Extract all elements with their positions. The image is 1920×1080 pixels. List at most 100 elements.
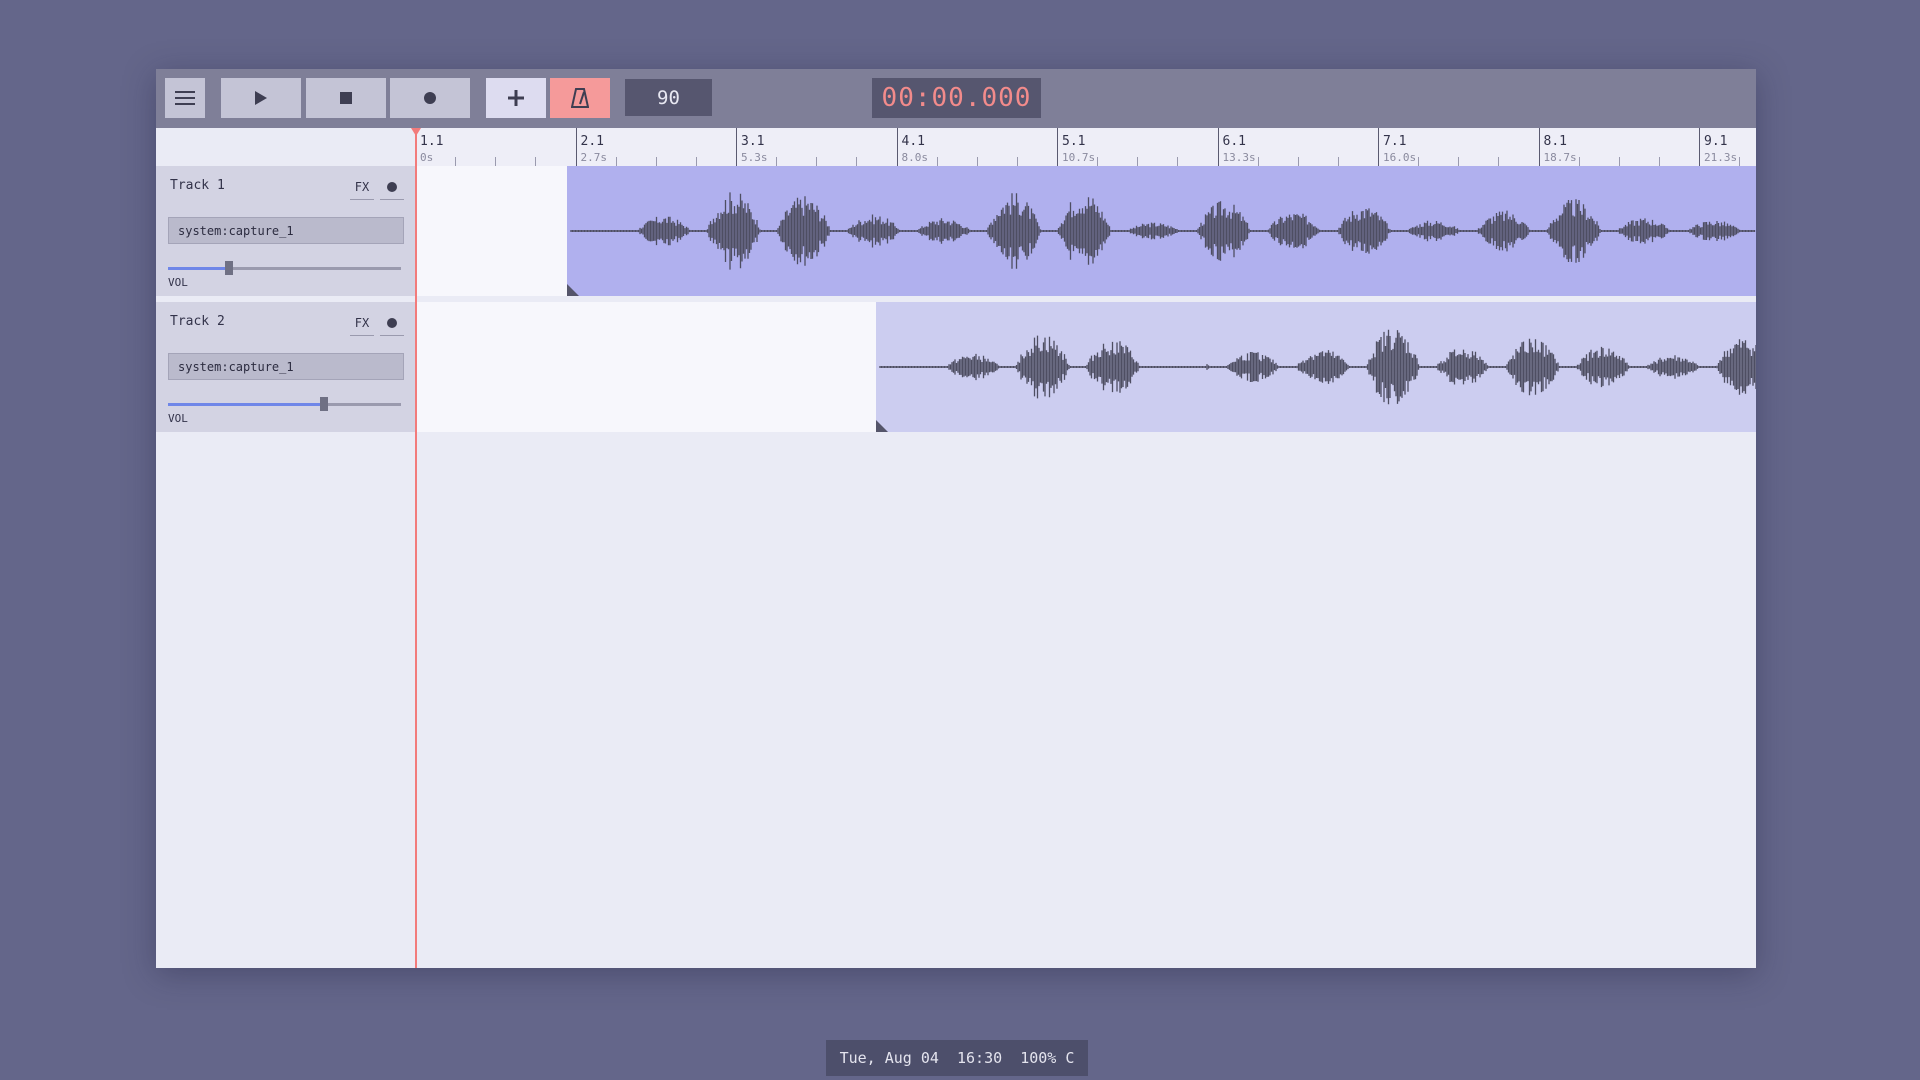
track-lane[interactable] — [415, 302, 1756, 432]
metronome-icon — [571, 88, 589, 108]
volume-thumb[interactable] — [320, 397, 329, 411]
volume-fill — [168, 267, 229, 270]
plus-icon — [508, 90, 524, 106]
toolbar: 90 00:00.000 — [156, 69, 1756, 128]
ruler-beat-tick — [1137, 157, 1139, 166]
ruler-bar-label: 2.1 — [580, 134, 604, 149]
ruler-beat-tick — [495, 157, 497, 166]
play-icon — [255, 91, 267, 105]
ruler-beat-tick — [655, 157, 657, 166]
timeline-ruler[interactable]: 1.1 0s 2.1 2.7s 3.1 5.3s 4.1 8.0s 5.1 10.7s 6.1 13.… — [415, 128, 1756, 166]
arm-record-button[interactable] — [380, 175, 404, 200]
track-header: Track 1 FX system:capture_1 VOL — [156, 166, 415, 296]
ruler-time-label: 18.7s — [1543, 151, 1577, 164]
ruler-beat-tick — [535, 157, 537, 166]
hamburger-menu-icon — [175, 91, 195, 105]
ruler-beat-tick — [776, 157, 778, 166]
ruler-beat-tick — [1498, 157, 1500, 166]
ruler-bar-line — [1057, 128, 1058, 166]
ruler-spacer — [156, 128, 415, 166]
volume-fill — [168, 403, 325, 406]
system-status-bar: Tue, Aug 04 16:30 100% C — [826, 1040, 1088, 1076]
ruler-beat-tick — [936, 157, 938, 166]
ruler-beat-tick — [455, 157, 457, 166]
tempo-display[interactable]: 90 — [625, 79, 712, 116]
fx-button[interactable]: FX — [350, 175, 374, 200]
track-lane[interactable] — [415, 166, 1756, 296]
waveform — [570, 192, 1756, 270]
arm-record-button[interactable] — [380, 311, 404, 336]
input-select[interactable]: system:capture_1 — [168, 217, 404, 244]
ruler-bar-line — [1538, 128, 1540, 166]
ruler-time-label: 21.3s — [1704, 151, 1738, 164]
ruler-bar-label: 4.1 — [901, 134, 925, 149]
menu-button[interactable] — [165, 78, 205, 118]
ruler-beat-tick — [1297, 157, 1299, 166]
status-date: Tue, Aug 04 — [839, 1049, 939, 1067]
ruler-bar-label: 5.1 — [1062, 134, 1086, 149]
playhead[interactable] — [411, 128, 421, 968]
track-name[interactable]: Track 2 — [170, 314, 225, 329]
ruler-bar-label: 3.1 — [741, 134, 765, 149]
clip-resize-handle[interactable] — [875, 420, 888, 432]
ruler-bar-label: 9.1 — [1704, 134, 1728, 149]
ruler-time-label: 10.7s — [1062, 151, 1096, 164]
record-button[interactable] — [390, 78, 470, 118]
play-button[interactable] — [221, 78, 301, 118]
ruler-beat-tick — [1257, 157, 1259, 166]
ruler-beat-tick — [1177, 157, 1179, 166]
ruler-time-label: 16.0s — [1383, 151, 1417, 164]
ruler-beat-tick — [1016, 157, 1018, 166]
ruler-bar-line — [575, 128, 577, 166]
input-select[interactable]: system:capture_1 — [168, 353, 404, 380]
fx-button[interactable]: FX — [350, 311, 374, 336]
status-time: 16:30 — [957, 1049, 1003, 1067]
ruler-bar-line — [896, 128, 898, 166]
ruler-bar-label: 6.1 — [1222, 134, 1246, 149]
volume-thumb[interactable] — [224, 261, 233, 275]
ruler-beat-tick — [615, 157, 617, 166]
ruler-beat-tick — [1739, 157, 1741, 166]
ruler-beat-tick — [1418, 157, 1420, 166]
ruler-time-label: 8.0s — [901, 151, 929, 164]
ruler-beat-tick — [816, 157, 818, 166]
volume-slider[interactable] — [168, 397, 401, 411]
ruler-bar-label: 1.1 — [420, 134, 444, 149]
ruler-beat-tick — [1337, 157, 1339, 166]
ruler-bar-line — [1217, 128, 1219, 166]
volume-label: VOL — [168, 412, 188, 425]
volume-label: VOL — [168, 276, 188, 289]
ruler-time-label: 2.7s — [580, 151, 608, 164]
ruler-time-label: 13.3s — [1222, 151, 1256, 164]
ruler-time-label: 0s — [420, 151, 434, 164]
time-display: 00:00.000 — [872, 78, 1041, 118]
clip-resize-handle[interactable] — [567, 284, 580, 296]
ruler-beat-tick — [1658, 157, 1660, 166]
stop-button[interactable] — [306, 78, 386, 118]
ruler-beat-tick — [1458, 157, 1460, 166]
ruler-bar-label: 7.1 — [1383, 134, 1407, 149]
ruler-beat-tick — [695, 157, 697, 166]
ruler-beat-tick — [1097, 157, 1099, 166]
ruler-beat-tick — [1578, 157, 1580, 166]
daw-window: 90 00:00.000 1.1 0s 2.1 2.7s 3.1 5.3s 4.1 8.0s 5… — [156, 69, 1756, 968]
track-name[interactable]: Track 1 — [170, 178, 225, 193]
ruler-beat-tick — [856, 157, 858, 166]
waveform — [878, 329, 1756, 405]
ruler-beat-tick — [1618, 157, 1620, 166]
audio-clip[interactable] — [875, 302, 1756, 432]
status-battery: 100% C — [1020, 1049, 1075, 1067]
record-arm-icon — [387, 182, 397, 192]
playhead-marker[interactable] — [411, 128, 421, 136]
ruler-bar-line — [1699, 128, 1700, 166]
audio-clip[interactable] — [567, 166, 1756, 296]
ruler-bar-label: 8.1 — [1543, 134, 1567, 149]
volume-slider[interactable] — [168, 261, 401, 275]
ruler-time-label: 5.3s — [741, 151, 768, 164]
add-track-button[interactable] — [486, 78, 546, 118]
record-arm-icon — [387, 318, 397, 328]
track-header: Track 2 FX system:capture_1 VOL — [156, 302, 415, 432]
ruler-beat-tick — [976, 157, 978, 166]
metronome-button[interactable] — [550, 78, 610, 118]
ruler-bar-line — [736, 128, 737, 166]
